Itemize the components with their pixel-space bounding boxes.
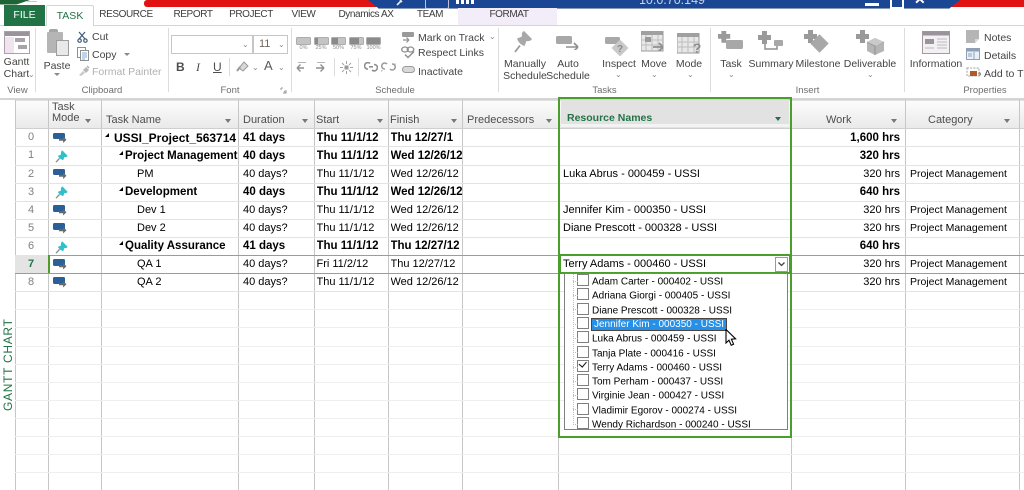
- svg-text:?: ?: [617, 44, 623, 55]
- svg-text:?: ?: [693, 40, 702, 56]
